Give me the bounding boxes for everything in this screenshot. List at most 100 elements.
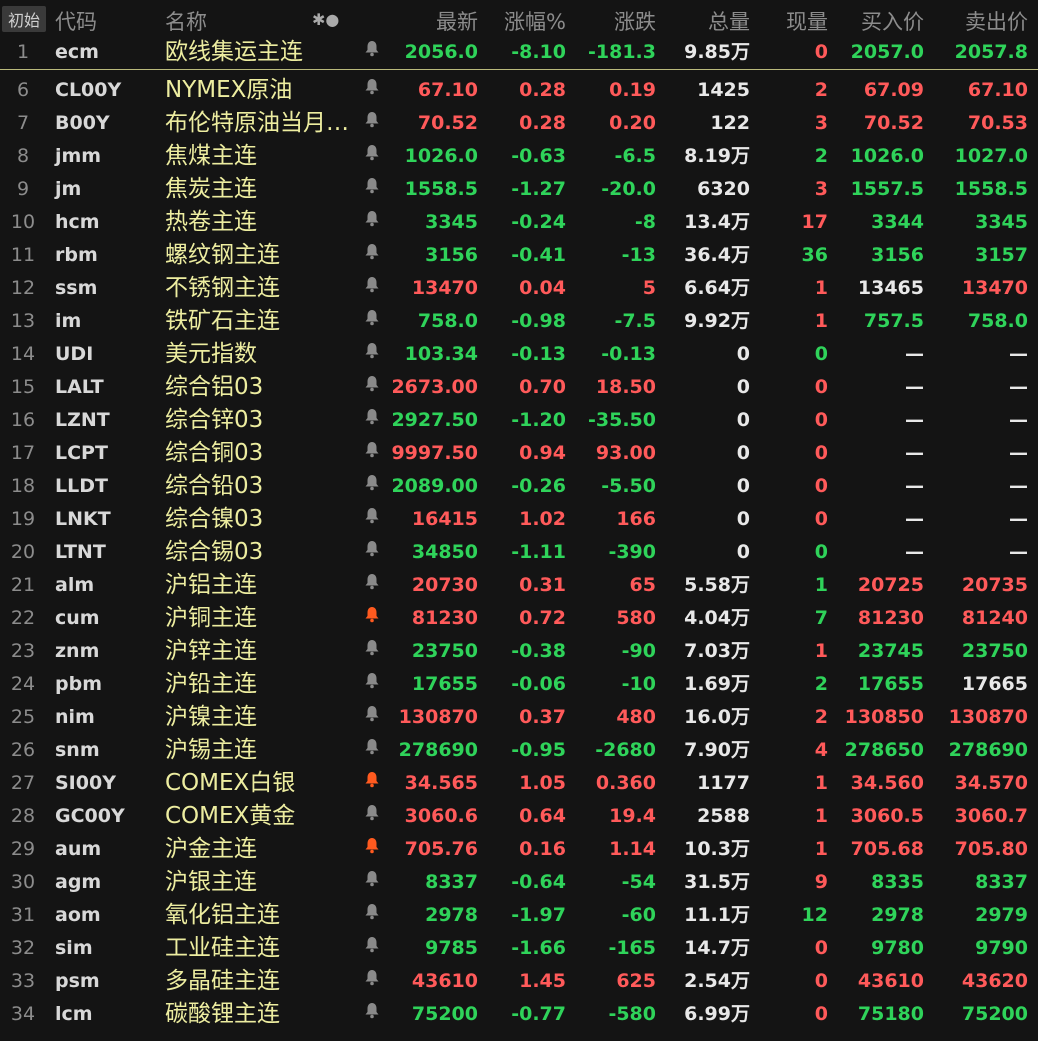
row-change: 580: [616, 607, 656, 629]
header-ask[interactable]: 卖出价: [926, 6, 1028, 36]
row-last-price: 75200: [411, 1003, 478, 1025]
table-row[interactable]: 11 rbm 螺纹钢主连 3156 -0.41 -13 36.4万 36 3156 3157: [0, 239, 1038, 272]
row-code: aom: [55, 904, 101, 926]
header-cur[interactable]: 现量: [754, 6, 828, 36]
row-name: 热卷主连: [165, 209, 257, 235]
header-code[interactable]: 代码: [55, 6, 97, 36]
table-row[interactable]: 15 LALT 综合铝03 2673.00 0.70 18.50 0 0 — —: [0, 371, 1038, 404]
row-change: -8: [634, 211, 656, 233]
init-button[interactable]: 初始: [2, 6, 46, 32]
row-name: 综合铅03: [165, 473, 264, 499]
table-row[interactable]: 22 cum 沪铜主连 81230 0.72 580 4.04万 7 81230 81240: [0, 602, 1038, 635]
table-row[interactable]: 16 LZNT 综合锌03 2927.50 -1.20 -35.50 0 0 — —: [0, 404, 1038, 437]
table-row[interactable]: 1 ecm 欧线集运主连 2056.0 -8.10 -181.3 9.85万 0 2057.0 2…: [0, 36, 1038, 70]
row-code: sim: [55, 937, 93, 959]
header-pct[interactable]: 涨幅%: [470, 6, 566, 36]
row-name: 欧线集运主连: [165, 39, 303, 65]
table-row[interactable]: 19 LNKT 综合镍03 16415 1.02 166 0 0 — —: [0, 503, 1038, 536]
row-change-pct: -1.97: [511, 904, 566, 926]
row-ask-price: 1558.5: [954, 178, 1028, 200]
row-ask-price: —: [1009, 376, 1028, 398]
table-row[interactable]: 10 hcm 热卷主连 3345 -0.24 -8 13.4万 17 3344 3345: [0, 206, 1038, 239]
row-current-volume: 1: [814, 310, 828, 332]
table-row[interactable]: 14 UDI 美元指数 103.34 -0.13 -0.13 0 0 — —: [0, 338, 1038, 371]
row-number: 33: [10, 970, 36, 992]
header-last[interactable]: 最新: [380, 6, 478, 36]
row-change-pct: 0.64: [519, 805, 566, 827]
table-row[interactable]: 8 jmm 焦煤主连 1026.0 -0.63 -6.5 8.19万 2 1026.0 1027.…: [0, 140, 1038, 173]
table-row[interactable]: 20 LTNT 综合锡03 34850 -1.11 -390 0 0 — —: [0, 536, 1038, 569]
row-name: 布伦特原油当月…: [165, 110, 349, 136]
row-code: alm: [55, 574, 95, 596]
row-code: LCPT: [55, 442, 108, 464]
table-row[interactable]: 29 aum 沪金主连 705.76 0.16 1.14 10.3万 1 705.68 705.8…: [0, 833, 1038, 866]
row-code: im: [55, 310, 82, 332]
row-volume: 9.85万: [684, 41, 750, 63]
row-ask-price: 75200: [961, 1003, 1028, 1025]
table-row[interactable]: 21 alm 沪铝主连 20730 0.31 65 5.58万 1 20725 20735: [0, 569, 1038, 602]
row-current-volume: 1: [814, 838, 828, 860]
row-number: 26: [10, 739, 36, 761]
row-current-volume: 0: [814, 1003, 828, 1025]
row-name: 沪铜主连: [165, 605, 257, 631]
row-change-pct: -1.27: [511, 178, 566, 200]
row-current-volume: 0: [814, 409, 828, 431]
table-row[interactable]: 31 aom 氧化铝主连 2978 -1.97 -60 11.1万 12 2978 2979: [0, 899, 1038, 932]
row-current-volume: 2: [814, 79, 828, 101]
row-change: -181.3: [588, 41, 656, 63]
table-row[interactable]: 6 CL00Y NYMEX原油 67.10 0.28 0.19 1425 2 67.09 67.1…: [0, 74, 1038, 107]
table-row[interactable]: 34 lcm 碳酸锂主连 75200 -0.77 -580 6.99万 0 75180 75200: [0, 998, 1038, 1031]
row-volume: 7.03万: [684, 640, 750, 662]
table-row[interactable]: 33 psm 多晶硅主连 43610 1.45 625 2.54万 0 43610 43620: [0, 965, 1038, 998]
row-code: ecm: [55, 41, 99, 63]
row-bid-price: 23745: [857, 640, 924, 662]
row-last-price: 758.0: [417, 310, 478, 332]
table-row[interactable]: 30 agm 沪银主连 8337 -0.64 -54 31.5万 9 8335 8337: [0, 866, 1038, 899]
table-row[interactable]: 26 snm 沪锡主连 278690 -0.95 -2680 7.90万 4 278650 278…: [0, 734, 1038, 767]
header-bid[interactable]: 买入价: [832, 6, 924, 36]
row-last-price: 70.52: [417, 112, 478, 134]
table-row[interactable]: 27 SI00Y COMEX白银 34.565 1.05 0.360 1177 1 34.560…: [0, 767, 1038, 800]
table-row[interactable]: 12 ssm 不锈钢主连 13470 0.04 5 6.64万 1 13465 13470: [0, 272, 1038, 305]
header-settings-icons[interactable]: ✱●: [312, 10, 339, 29]
row-last-price: 34.565: [404, 772, 478, 794]
table-row[interactable]: 23 znm 沪锌主连 23750 -0.38 -90 7.03万 1 23745 23750: [0, 635, 1038, 668]
row-bid-price: 43610: [857, 970, 924, 992]
row-code: aum: [55, 838, 102, 860]
table-row[interactable]: 9 jm 焦炭主连 1558.5 -1.27 -20.0 6320 3 1557.5 1558.5: [0, 173, 1038, 206]
row-bid-price: 13465: [857, 277, 924, 299]
table-row[interactable]: 7 B00Y 布伦特原油当月… 70.52 0.28 0.20 122 3 70.52 70.53: [0, 107, 1038, 140]
table-row[interactable]: 25 nim 沪镍主连 130870 0.37 480 16.0万 2 130850 130870: [0, 701, 1038, 734]
row-ask-price: —: [1009, 508, 1028, 530]
row-bid-price: 2057.0: [850, 41, 924, 63]
row-current-volume: 36: [801, 244, 828, 266]
row-number: 7: [16, 112, 30, 134]
row-change-pct: -0.64: [511, 871, 566, 893]
row-current-volume: 2: [814, 673, 828, 695]
row-name: 螺纹钢主连: [165, 242, 280, 268]
row-bid-price: —: [905, 409, 924, 431]
row-ask-price: 3345: [975, 211, 1028, 233]
header-vol[interactable]: 总量: [656, 6, 750, 36]
row-volume: 1.69万: [684, 673, 750, 695]
row-change-pct: -0.41: [511, 244, 566, 266]
row-current-volume: 0: [814, 937, 828, 959]
table-row[interactable]: 28 GC00Y COMEX黄金 3060.6 0.64 19.4 2588 1 3060.5 3…: [0, 800, 1038, 833]
row-code: pbm: [55, 673, 102, 695]
table-row[interactable]: 13 im 铁矿石主连 758.0 -0.98 -7.5 9.92万 1 757.5 758.0: [0, 305, 1038, 338]
table-row[interactable]: 18 LLDT 综合铅03 2089.00 -0.26 -5.50 0 0 — —: [0, 470, 1038, 503]
row-last-price: 3060.6: [404, 805, 478, 827]
table-row[interactable]: 32 sim 工业硅主连 9785 -1.66 -165 14.7万 0 9780 9790: [0, 932, 1038, 965]
row-change-pct: 0.28: [519, 79, 566, 101]
row-bid-price: 3344: [871, 211, 924, 233]
header-chg[interactable]: 涨跌: [570, 6, 656, 36]
table-row[interactable]: 24 pbm 沪铅主连 17655 -0.06 -10 1.69万 2 17655 17665: [0, 668, 1038, 701]
header-name[interactable]: 名称: [165, 6, 207, 36]
row-change-pct: -0.06: [511, 673, 566, 695]
row-current-volume: 1: [814, 772, 828, 794]
row-change: 65: [629, 574, 656, 596]
row-name: 焦炭主连: [165, 176, 257, 202]
row-ask-price: 758.0: [967, 310, 1028, 332]
table-row[interactable]: 17 LCPT 综合铜03 9997.50 0.94 93.00 0 0 — —: [0, 437, 1038, 470]
row-code: jmm: [55, 145, 102, 167]
